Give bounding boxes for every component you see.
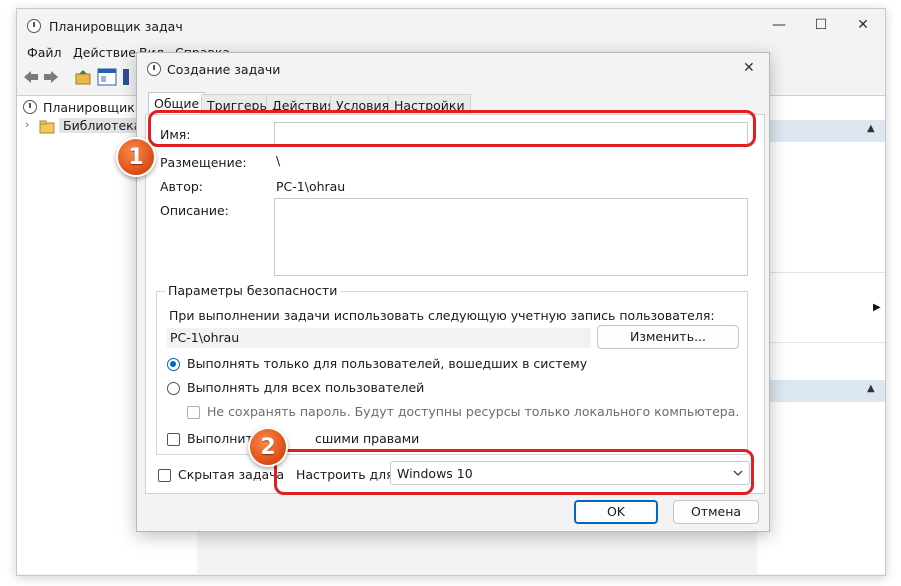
ok-button[interactable]: OK: [574, 500, 658, 524]
hidden-task-label: Скрытая задача: [178, 467, 285, 482]
window-title: Планировщик задач: [49, 19, 183, 34]
cancel-button[interactable]: Отмена: [673, 500, 759, 524]
menu-file[interactable]: Файл: [27, 45, 62, 60]
account-value: PC-1\ohrau: [170, 330, 240, 345]
step-badge-2: 2: [248, 427, 288, 467]
description-textarea[interactable]: [274, 198, 748, 276]
title-bar: Планировщик задач — ☐ ✕: [17, 9, 885, 43]
security-options-group: Параметры безопасности При выполнении за…: [156, 283, 748, 455]
menu-action[interactable]: Действие: [73, 45, 136, 60]
general-tab-panel: Имя: Размещение: \ Автор: PC-1\ohrau Опи…: [145, 114, 765, 494]
description-label: Описание:: [160, 203, 229, 218]
radio-logged-on-only[interactable]: [167, 358, 180, 371]
console-tree-icon[interactable]: [97, 68, 117, 86]
highest-privileges-checkbox[interactable]: [167, 433, 180, 446]
expand-chevron-icon[interactable]: ›: [25, 118, 29, 131]
highlight-name-field: [148, 110, 756, 147]
dialog-close-button[interactable]: ✕: [743, 60, 755, 76]
location-label: Размещение:: [160, 155, 247, 170]
no-store-password-checkbox[interactable]: [187, 406, 200, 419]
minimize-button[interactable]: —: [769, 17, 789, 33]
submenu-arrow-icon[interactable]: ▶: [873, 302, 881, 313]
change-user-button[interactable]: Изменить...: [597, 325, 739, 349]
radio-all-users[interactable]: [167, 382, 180, 395]
properties-icon[interactable]: [123, 69, 129, 85]
step-badge-1: 1: [116, 137, 156, 177]
highlight-configure-field: [274, 449, 754, 495]
scheduler-root-icon: [23, 100, 37, 114]
no-store-password-label: Не сохранять пароль. Будут доступны ресу…: [207, 404, 740, 419]
folder-up-icon[interactable]: [75, 69, 91, 85]
collapse-up-icon[interactable]: ▲: [867, 383, 875, 394]
divider: [757, 342, 885, 343]
location-value: \: [276, 153, 281, 168]
hidden-task-checkbox[interactable]: [158, 469, 171, 482]
back-arrow-icon[interactable]: [23, 70, 39, 84]
highest-privileges-label-right: сшими правами: [315, 431, 420, 446]
collapse-up-icon[interactable]: ▲: [867, 123, 875, 134]
close-window-button[interactable]: ✕: [853, 17, 873, 33]
actions-pane: ▲ и ▶ ▲: [757, 95, 885, 574]
clock-icon: [27, 19, 41, 33]
maximize-button[interactable]: ☐: [811, 17, 831, 33]
actions-header: ▲: [757, 120, 885, 142]
clock-icon: [147, 62, 161, 76]
divider: [757, 272, 885, 273]
selected-item-header: ▲: [757, 380, 885, 402]
author-label: Автор:: [160, 179, 203, 194]
forward-arrow-icon[interactable]: [43, 70, 59, 84]
dialog-title: Создание задачи: [167, 62, 281, 77]
radio-all-users-label: Выполнять для всех пользователей: [187, 380, 425, 395]
account-prompt: При выполнении задачи использовать следу…: [169, 308, 715, 323]
author-value: PC-1\ohrau: [276, 179, 346, 194]
security-group-title: Параметры безопасности: [165, 283, 341, 298]
folder-icon: [39, 120, 55, 134]
radio-logged-on-label: Выполнять только для пользователей, воше…: [187, 356, 588, 371]
account-field: PC-1\ohrau: [167, 328, 591, 348]
